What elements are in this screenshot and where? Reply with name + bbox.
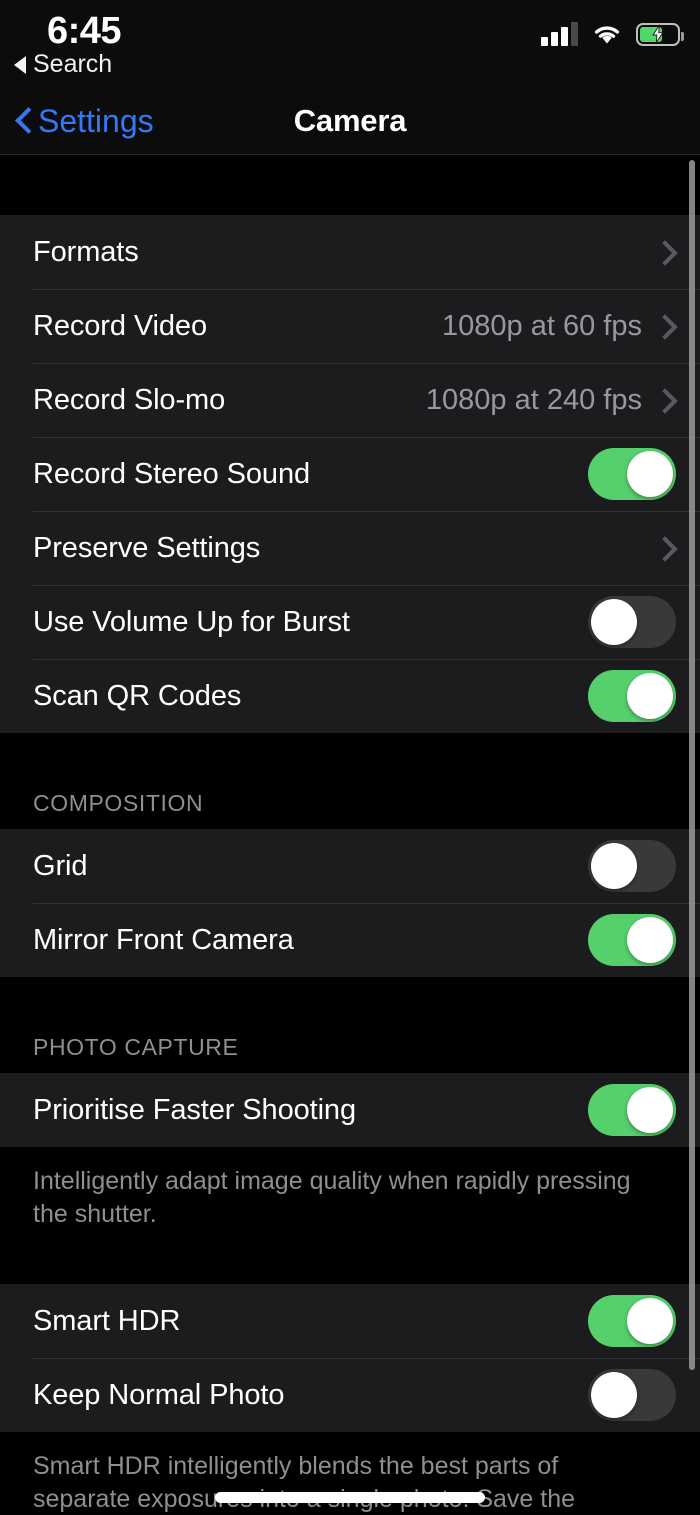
settings-group: Formats Record Video 1080p at 60 fps Record… (0, 215, 700, 733)
toggle-switch[interactable] (588, 448, 676, 500)
section-spacer (0, 733, 700, 790)
back-button-label: Settings (38, 102, 154, 139)
toggle-knob (627, 673, 673, 719)
settings-row[interactable]: Keep Normal Photo (0, 1358, 700, 1432)
settings-row[interactable]: Preserve Settings (0, 511, 700, 585)
toggle-knob (591, 843, 637, 889)
settings-row[interactable]: Scan QR Codes (0, 659, 700, 733)
navigation-bar: Settings Camera (0, 88, 700, 154)
toggle-switch[interactable] (588, 670, 676, 722)
settings-row-value: 1080p at 60 fps (442, 309, 642, 342)
toggle-switch[interactable] (588, 914, 676, 966)
settings-row[interactable]: Record Stereo Sound (0, 437, 700, 511)
section-spacer (0, 155, 700, 215)
toggle-knob (627, 1087, 673, 1133)
settings-row-label: Keep Normal Photo (33, 1378, 285, 1411)
toggle-switch[interactable] (588, 840, 676, 892)
toggle-switch[interactable] (588, 1295, 676, 1347)
status-bar-clock: 6:45 (47, 10, 122, 52)
section-spacer (0, 977, 700, 1034)
settings-row-label: Mirror Front Camera (33, 923, 294, 956)
settings-row-label: Preserve Settings (33, 531, 261, 564)
settings-group: Grid Mirror Front Camera (0, 829, 700, 977)
chevron-right-icon (656, 388, 670, 412)
battery-charging-icon (636, 22, 684, 46)
toggle-knob (591, 599, 637, 645)
settings-row[interactable]: Grid (0, 829, 700, 903)
settings-row[interactable]: Record Video 1080p at 60 fps (0, 289, 700, 363)
section-footer: Intelligently adapt image quality when r… (0, 1147, 700, 1251)
wifi-icon (592, 23, 622, 46)
settings-row-label: Grid (33, 849, 88, 882)
chevron-right-icon (656, 536, 670, 560)
settings-group: Smart HDR Keep Normal Photo (0, 1284, 700, 1432)
back-to-settings-button[interactable]: Settings (16, 103, 154, 140)
settings-row-label: Smart HDR (33, 1304, 181, 1337)
settings-row-value: 1080p at 240 fps (425, 383, 642, 416)
phone-screen: 6:45 Search Settings Camera Formats Reco… (0, 0, 700, 1515)
section-header: PHOTO CAPTURE (0, 1034, 700, 1073)
settings-row[interactable]: Prioritise Faster Shooting (0, 1073, 700, 1147)
section-spacer (0, 1251, 700, 1284)
settings-row[interactable]: Use Volume Up for Burst (0, 585, 700, 659)
settings-row-label: Record Slo-mo (33, 383, 226, 416)
settings-row[interactable]: Smart HDR (0, 1284, 700, 1358)
settings-row-label: Use Volume Up for Burst (33, 605, 350, 638)
chevron-right-icon (656, 240, 670, 264)
status-bar-indicators (541, 22, 684, 46)
cellular-signal-icon (541, 22, 578, 46)
settings-row-label: Formats (33, 235, 139, 268)
toggle-switch[interactable] (588, 596, 676, 648)
status-bar: 6:45 Search (0, 0, 700, 88)
settings-row[interactable]: Mirror Front Camera (0, 903, 700, 977)
return-to-search-link[interactable]: Search (14, 50, 112, 79)
settings-group: Prioritise Faster Shooting (0, 1073, 700, 1147)
settings-list[interactable]: Formats Record Video 1080p at 60 fps Record… (0, 155, 700, 1515)
chevron-left-icon (16, 108, 31, 134)
settings-row-label: Scan QR Codes (33, 679, 242, 712)
toggle-switch[interactable] (588, 1369, 676, 1421)
toggle-knob (627, 451, 673, 497)
chevron-right-icon (656, 314, 670, 338)
back-triangle-icon (14, 55, 26, 74)
settings-row-label: Record Video (33, 309, 207, 342)
settings-row[interactable]: Formats (0, 215, 700, 289)
toggle-knob (627, 917, 673, 963)
toggle-knob (591, 1372, 637, 1418)
settings-row-label: Prioritise Faster Shooting (33, 1093, 356, 1126)
settings-row-label: Record Stereo Sound (33, 457, 310, 490)
home-indicator[interactable] (215, 1492, 485, 1503)
toggle-knob (627, 1298, 673, 1344)
toggle-switch[interactable] (588, 1084, 676, 1136)
return-to-search-label: Search (33, 50, 113, 78)
section-header: COMPOSITION (0, 790, 700, 829)
settings-row[interactable]: Record Slo-mo 1080p at 240 fps (0, 363, 700, 437)
